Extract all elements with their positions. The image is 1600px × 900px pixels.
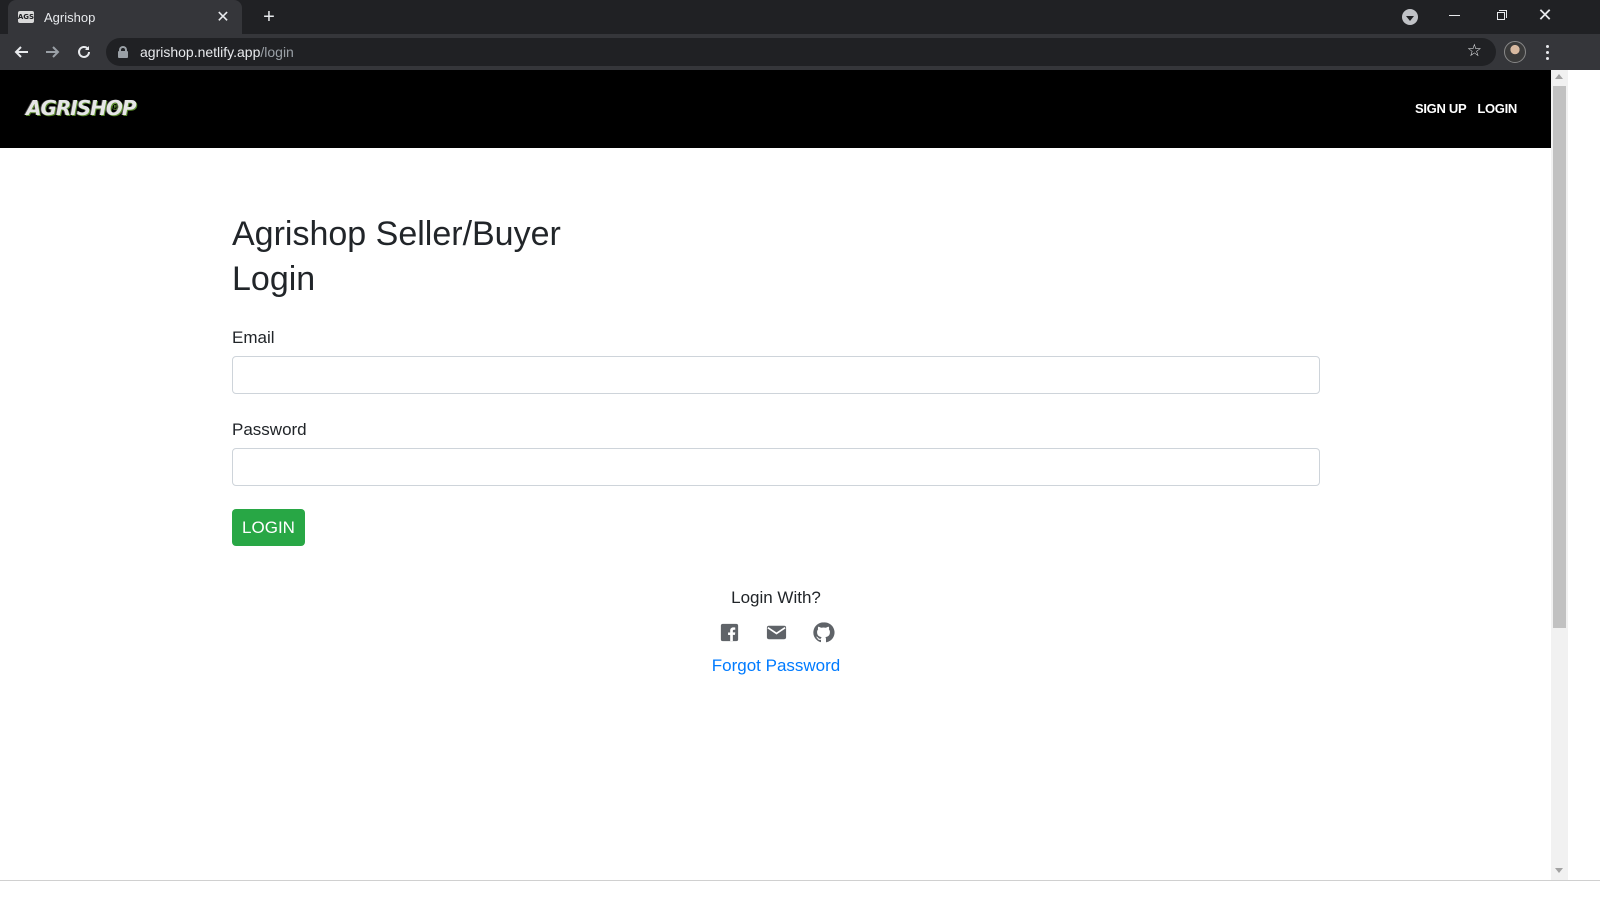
social-login-section: Login With? Forgot Password	[232, 588, 1320, 676]
login-button[interactable]: LOGIN	[232, 509, 305, 546]
scrollbar-thumb[interactable]	[1553, 86, 1566, 628]
site-logo[interactable]: AGRISHOP	[26, 96, 137, 120]
email-label: Email	[232, 328, 275, 347]
browser-tab-bar: AGS Agrishop ✕ + ✕	[0, 0, 1600, 34]
github-icon[interactable]	[812, 621, 835, 644]
browser-tab[interactable]: AGS Agrishop ✕	[8, 0, 242, 34]
star-icon[interactable]: ☆	[1467, 41, 1482, 61]
tab-title: Agrishop	[44, 9, 96, 25]
social-icons	[232, 621, 1320, 645]
window-close-button[interactable]: ✕	[1523, 0, 1567, 30]
page-title: Agrishop Seller/Buyer Login	[232, 212, 1320, 302]
page-title-line2: Login	[232, 260, 316, 298]
lock-icon[interactable]	[118, 46, 128, 58]
page-scrollbar[interactable]	[1551, 70, 1568, 880]
nav-login-link[interactable]: LOGIN	[1477, 101, 1517, 116]
site-navbar: AGRISHOP ® SIGN UP LOGIN	[0, 70, 1551, 148]
restore-button[interactable]	[1478, 0, 1522, 30]
minimize-button[interactable]	[1432, 0, 1476, 30]
kebab-menu-icon[interactable]	[1538, 40, 1556, 64]
password-field[interactable]	[232, 448, 1320, 486]
logo-registered-mark: ®	[112, 102, 119, 112]
url-host: agrishop.netlify.app	[140, 44, 261, 60]
login-container: Agrishop Seller/Buyer Login Email Passwo…	[232, 212, 1320, 675]
facebook-icon[interactable]	[718, 621, 741, 644]
page-viewport: AGRISHOP ® SIGN UP LOGIN Agrishop Seller…	[0, 70, 1551, 880]
nav-signup-link[interactable]: SIGN UP	[1415, 101, 1467, 116]
favicon-text: AGS	[17, 13, 35, 21]
page-title-line1: Agrishop Seller/Buyer	[232, 215, 561, 253]
plus-icon[interactable]: +	[256, 5, 282, 29]
window-bottom-edge	[0, 880, 1600, 900]
site-favicon-icon: AGS	[18, 11, 34, 23]
address-bar[interactable]: agrishop.netlify.app/login ☆	[106, 38, 1496, 66]
email-icon[interactable]	[765, 621, 788, 644]
back-arrow-icon[interactable]	[8, 38, 36, 66]
forgot-password-link[interactable]: Forgot Password	[712, 656, 841, 676]
scroll-down-arrow-icon[interactable]	[1555, 868, 1563, 873]
password-label: Password	[232, 420, 307, 439]
browser-toolbar: agrishop.netlify.app/login ☆	[0, 34, 1600, 70]
reload-icon[interactable]	[70, 38, 98, 66]
url-path: /login	[260, 44, 294, 60]
nav-links: SIGN UP LOGIN	[1415, 101, 1517, 116]
forward-arrow-icon[interactable]	[38, 38, 66, 66]
close-icon[interactable]: ✕	[214, 8, 232, 26]
tab-search-icon[interactable]	[1402, 9, 1418, 25]
social-login-title: Login With?	[731, 588, 821, 607]
profile-avatar[interactable]	[1504, 41, 1526, 63]
scroll-up-arrow-icon[interactable]	[1555, 74, 1563, 79]
email-field[interactable]	[232, 356, 1320, 394]
